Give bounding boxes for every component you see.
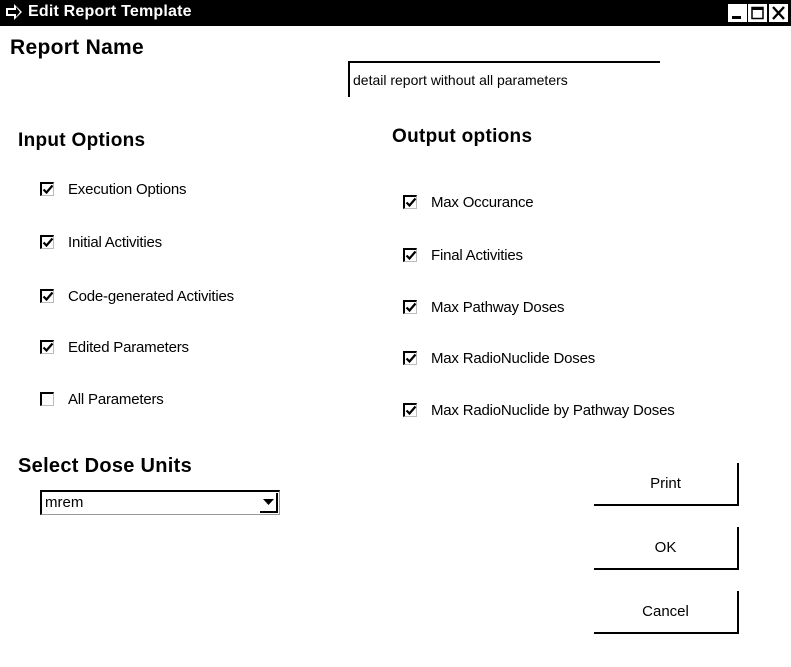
- chevron-down-icon: [263, 499, 274, 505]
- print-button[interactable]: Print: [594, 463, 739, 506]
- checkbox-final-activities[interactable]: Final Activities: [403, 245, 523, 265]
- minimize-icon: [732, 16, 741, 19]
- maximize-icon: [751, 6, 764, 20]
- window-title: Edit Report Template: [28, 3, 192, 20]
- output-options-heading: Output options: [392, 126, 533, 147]
- checkbox-max-pathway-doses[interactable]: Max Pathway Doses: [403, 297, 565, 317]
- app-arrow-icon: [4, 2, 24, 22]
- checkbox-label: All Parameters: [68, 390, 164, 408]
- checkbox-label: Max Occurance: [431, 193, 534, 211]
- checkmark-icon: [42, 342, 54, 353]
- checkbox-label: Execution Options: [68, 180, 187, 198]
- checkbox-box[interactable]: [40, 235, 54, 249]
- checkmark-icon: [405, 405, 417, 416]
- checkmark-icon: [405, 197, 417, 208]
- dose-units-value: mrem: [45, 494, 84, 511]
- edit-report-template-window: Edit Report Template Report Name Input O…: [0, 0, 791, 667]
- close-icon: [772, 6, 785, 20]
- checkbox-box[interactable]: [403, 195, 417, 209]
- dose-units-select[interactable]: mrem: [40, 490, 280, 515]
- checkbox-label: Edited Parameters: [68, 338, 189, 356]
- checkbox-box[interactable]: [403, 248, 417, 262]
- checkmark-icon: [405, 302, 417, 313]
- title-bar[interactable]: Edit Report Template: [0, 0, 791, 26]
- checkbox-edited-parameters[interactable]: Edited Parameters: [40, 337, 189, 357]
- checkmark-icon: [405, 353, 417, 364]
- close-button[interactable]: [769, 4, 788, 22]
- checkbox-label: Max RadioNuclide Doses: [431, 349, 596, 367]
- checkbox-box[interactable]: [403, 300, 417, 314]
- checkbox-label: Max Pathway Doses: [431, 298, 565, 316]
- checkbox-box[interactable]: [40, 340, 54, 354]
- checkbox-initial-activities[interactable]: Initial Activities: [40, 232, 162, 252]
- cancel-button[interactable]: Cancel: [594, 591, 739, 634]
- checkbox-box[interactable]: [40, 392, 54, 406]
- checkbox-max-radionuclide-by-pathway-doses[interactable]: Max RadioNuclide by Pathway Doses: [403, 400, 675, 420]
- checkbox-max-radionuclide-doses[interactable]: Max RadioNuclide Doses: [403, 348, 595, 368]
- checkbox-box[interactable]: [403, 403, 417, 417]
- checkbox-box[interactable]: [40, 289, 54, 303]
- checkbox-label: Max RadioNuclide by Pathway Doses: [431, 401, 675, 419]
- checkbox-label: Final Activities: [431, 246, 523, 264]
- maximize-button[interactable]: [748, 4, 767, 22]
- checkbox-max-occurance[interactable]: Max Occurance: [403, 192, 534, 212]
- checkmark-icon: [42, 291, 54, 302]
- ok-button[interactable]: OK: [594, 527, 739, 570]
- checkmark-icon: [405, 250, 417, 261]
- checkmark-icon: [42, 184, 54, 195]
- checkmark-icon: [42, 237, 54, 248]
- minimize-button[interactable]: [728, 4, 747, 22]
- input-options-heading: Input Options: [18, 130, 146, 151]
- report-name-input[interactable]: [348, 61, 660, 97]
- checkbox-all-parameters[interactable]: All Parameters: [40, 389, 164, 409]
- dropdown-button[interactable]: [260, 493, 278, 513]
- checkbox-box[interactable]: [40, 182, 54, 196]
- checkbox-execution-options[interactable]: Execution Options: [40, 179, 187, 199]
- checkbox-code-generated-activities[interactable]: Code-generated Activities: [40, 286, 234, 306]
- checkbox-label: Code-generated Activities: [68, 287, 234, 305]
- dose-units-heading: Select Dose Units: [18, 455, 193, 477]
- checkbox-label: Initial Activities: [68, 233, 162, 251]
- report-name-label: Report Name: [10, 36, 144, 59]
- checkbox-box[interactable]: [403, 351, 417, 365]
